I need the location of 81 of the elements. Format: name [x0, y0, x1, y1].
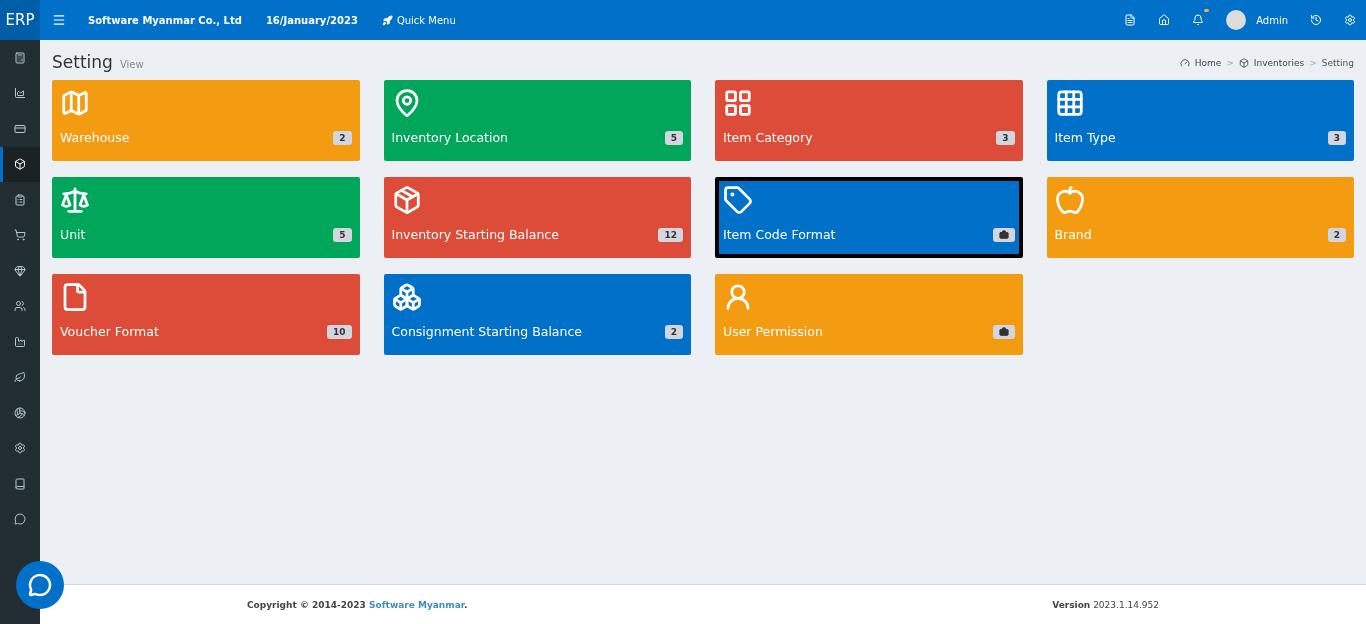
count-badge: 10	[326, 324, 352, 339]
count-badge: 2	[664, 324, 683, 339]
card-icon	[14, 122, 26, 135]
chat-button[interactable]	[16, 561, 64, 609]
factory-icon	[14, 335, 26, 348]
count-badge: 5	[664, 130, 683, 145]
setting-tile[interactable]: Unit 5	[52, 177, 360, 258]
home-button[interactable]	[1158, 14, 1171, 26]
company-link[interactable]: Software Myanmar	[369, 599, 464, 610]
menu-button[interactable]	[52, 13, 66, 27]
tile-label: Item Type	[1054, 130, 1116, 145]
chat-icon	[14, 513, 26, 526]
version-text: Version 2023.1.14.952	[1052, 599, 1159, 610]
cube-icon	[1238, 58, 1249, 68]
tile-label: User Permission	[723, 324, 823, 339]
erp-logo: ERP	[0, 0, 40, 40]
setting-tile[interactable]: Item Category 3	[715, 80, 1023, 161]
history-button[interactable]	[1310, 14, 1322, 26]
setting-tile[interactable]: Warehouse 2	[52, 80, 360, 161]
boxes-icon	[391, 282, 422, 312]
document-button[interactable]	[1124, 14, 1137, 26]
user-menu[interactable]: Admin	[1226, 10, 1288, 30]
count-badge: 2	[1327, 227, 1346, 242]
count-badge: 2	[333, 130, 352, 145]
box-icon	[391, 185, 422, 215]
tile-label: Brand	[1054, 227, 1092, 242]
copyright-text: Copyright © 2014-2023 Software Myanmar.	[247, 599, 468, 610]
page-title: Setting	[52, 52, 113, 72]
briefcase-badge	[992, 324, 1015, 339]
briefcase-badge	[992, 227, 1015, 242]
clipboard-icon	[14, 193, 26, 206]
tile-label: Item Code Format	[723, 227, 836, 242]
grid-icon	[723, 88, 753, 118]
grid-icon	[1054, 88, 1085, 118]
tile-label: Consignment Starting Balance	[391, 324, 582, 339]
book-icon	[14, 477, 26, 490]
calculator-icon	[14, 51, 26, 64]
setting-tile[interactable]: Voucher Format 10	[52, 274, 360, 355]
setting-tile[interactable]: Inventory Location 5	[383, 80, 691, 161]
users-icon	[14, 300, 26, 313]
date-text: 16/January/2023	[265, 14, 358, 26]
tag-icon	[723, 185, 753, 215]
breadcrumb-separator: >	[1226, 58, 1234, 68]
quick-menu-button[interactable]: Quick Menu	[381, 14, 456, 26]
map-icon	[60, 88, 90, 118]
tile-label: Item Category	[723, 130, 813, 145]
breadcrumb-link[interactable]: Inventories	[1253, 58, 1305, 68]
rocket-icon	[381, 14, 393, 26]
sidebar-item[interactable]	[0, 146, 40, 182]
breadcrumb-link[interactable]: Home	[1194, 58, 1222, 68]
setting-tile[interactable]: Brand 2	[1046, 177, 1354, 258]
leaf-icon	[14, 371, 26, 384]
breadcrumb-current: Setting	[1321, 58, 1354, 68]
settings-icon	[14, 442, 26, 455]
area-chart-icon	[14, 87, 26, 100]
setting-tile[interactable]: Item Code Format	[715, 177, 1023, 258]
apple-icon	[1054, 185, 1085, 215]
setting-tile[interactable]: Item Type 3	[1046, 80, 1354, 161]
gem-icon	[14, 264, 26, 277]
tile-label: Inventory Starting Balance	[391, 227, 559, 242]
count-badge: 5	[333, 227, 352, 242]
tile-label: Voucher Format	[60, 324, 159, 339]
tile-label: Unit	[60, 227, 86, 242]
count-badge: 3	[1327, 130, 1346, 145]
setting-tile[interactable]: Inventory Starting Balance 12	[383, 177, 691, 258]
avatar-icon	[1226, 10, 1247, 30]
ball-icon	[14, 406, 26, 419]
count-badge: 12	[658, 227, 683, 242]
scale-icon	[60, 185, 90, 215]
tile-label: Warehouse	[60, 130, 130, 145]
chat-icon	[28, 573, 52, 597]
setting-tile[interactable]: Consignment Starting Balance 2	[383, 274, 691, 355]
page-subtitle: View	[119, 59, 144, 70]
tile-label: Inventory Location	[391, 130, 509, 145]
count-badge: 3	[996, 130, 1015, 145]
cart-icon	[14, 229, 26, 242]
settings-button[interactable]	[1344, 14, 1356, 26]
breadcrumb-separator: >	[1309, 58, 1317, 68]
cube-icon	[14, 158, 26, 171]
company-name: Software Myanmar Co., Ltd	[88, 14, 242, 26]
dashboard-icon	[1179, 58, 1190, 68]
